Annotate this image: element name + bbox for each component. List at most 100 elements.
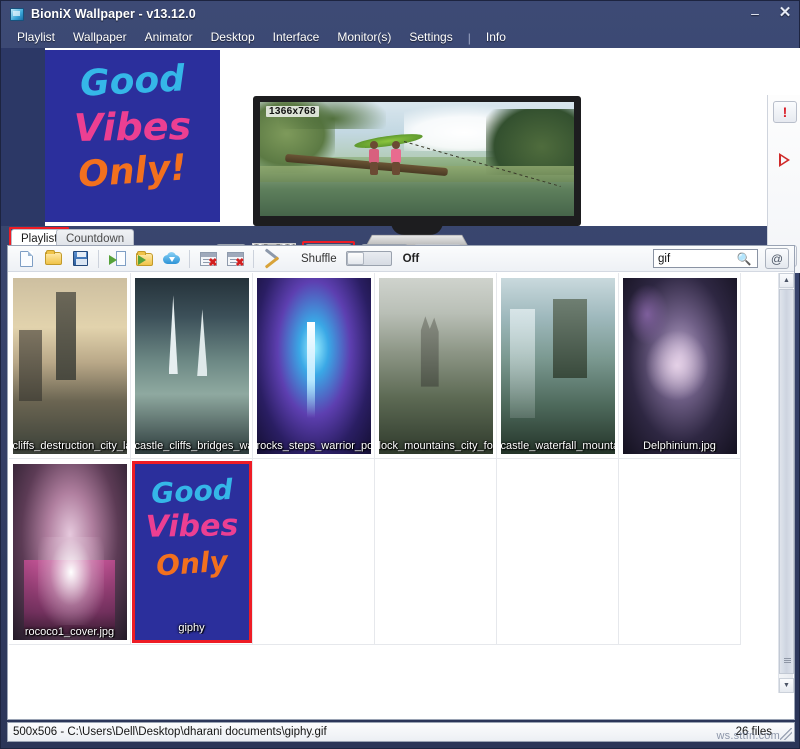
preview-panel: Good Vibes Only! 1366x768 !: [1, 48, 800, 273]
grid-cell[interactable]: lock_mountains_city_fog: [375, 273, 497, 459]
monitor-preview[interactable]: 1366x768: [253, 96, 581, 246]
floppy-save-icon: [72, 251, 88, 266]
scene-figure: [367, 140, 381, 175]
resize-grip[interactable]: [780, 728, 792, 740]
thumbnail-caption: rococo1_cover.jpg: [24, 625, 115, 638]
open-playlist-button[interactable]: [41, 248, 65, 270]
tools-button[interactable]: [260, 247, 284, 270]
resolution-badge: 1366x768: [266, 106, 319, 117]
search-icon[interactable]: 🔍: [734, 252, 754, 266]
menu-item-animator[interactable]: Animator: [136, 29, 202, 46]
thumbnail-item[interactable]: rococo1_cover.jpg: [12, 463, 127, 640]
status-bar: 500x506 - C:\Users\Dell\Desktop\dharani …: [7, 722, 795, 742]
menu-item-settings[interactable]: Settings: [400, 29, 461, 46]
wallpaper-text-line-1: Good: [79, 58, 186, 105]
thumbnail-item[interactable]: castle_cliffs_bridges_wat: [134, 277, 249, 454]
grid-cell-empty: [497, 459, 619, 645]
left-panel-strip: [1, 48, 45, 226]
download-cloud-button[interactable]: [159, 248, 183, 270]
grid-cell[interactable]: castle_waterfall_mountai: [497, 273, 619, 459]
play-triangle-inner-icon: [781, 156, 787, 164]
thumb-text-line-3: Only: [154, 544, 229, 582]
import-arrow-icon: [108, 250, 126, 267]
playlist-panel: ✖ ✖ Shuffle Off gif 🔍 @ cliffs_destructi…: [7, 245, 795, 720]
grid-cell[interactable]: Good Vibes Only giphy: [131, 459, 253, 645]
menu-item-interface[interactable]: Interface: [264, 29, 329, 46]
thumbnail-image: [134, 277, 249, 454]
menu-item-desktop[interactable]: Desktop: [202, 29, 264, 46]
grid-cell-empty: [375, 459, 497, 645]
folder-open-icon: [44, 250, 62, 265]
playlist-toolbar: ✖ ✖ Shuffle Off gif 🔍 @: [8, 246, 794, 272]
thumbnail-caption: castle_waterfall_mountai: [500, 439, 615, 452]
thumbnail-caption: lock_mountains_city_fog: [378, 439, 493, 452]
clear-list-button[interactable]: ✖: [223, 248, 247, 270]
current-wallpaper-preview[interactable]: Good Vibes Only!: [45, 50, 220, 222]
thumbnail-image: [500, 277, 615, 454]
window-title: BioniX Wallpaper - v13.12.0: [31, 7, 196, 21]
grid-cell-empty: [253, 459, 375, 645]
new-playlist-button[interactable]: [14, 248, 38, 270]
menu-bar: Playlist Wallpaper Animator Desktop Inte…: [1, 27, 800, 48]
thumbnail-image: [256, 277, 371, 454]
thumbnail-caption: rocks_steps_warrior_por: [256, 439, 371, 452]
alert-button[interactable]: !: [773, 101, 797, 123]
menu-item-wallpaper[interactable]: Wallpaper: [64, 29, 136, 46]
menu-item-monitors[interactable]: Monitor(s): [328, 29, 400, 46]
thumbnail-image: [12, 277, 127, 454]
thumbnail-caption: giphy: [178, 621, 205, 634]
scroll-down-button[interactable]: ▼: [779, 678, 794, 693]
shuffle-label: Shuffle: [301, 252, 337, 265]
cloud-download-icon: [162, 252, 180, 265]
menu-item-playlist[interactable]: Playlist: [8, 29, 64, 46]
scene-figure: [389, 140, 403, 175]
scroll-up-button[interactable]: ▲: [779, 273, 794, 288]
grid-cell[interactable]: rococo1_cover.jpg: [9, 459, 131, 645]
grid-cell-empty: [619, 459, 741, 645]
minimize-button[interactable]: –: [745, 3, 765, 23]
scrollbar-grip: [784, 658, 791, 663]
scrollbar-thumb[interactable]: [779, 289, 794, 674]
monitor-icon: [10, 7, 24, 21]
toolbar-divider: [253, 249, 254, 268]
thumbnail-item[interactable]: rocks_steps_warrior_por: [256, 277, 371, 454]
grid-scrollbar[interactable]: ▲ ▼: [778, 273, 794, 693]
status-path-text: 500x506 - C:\Users\Dell\Desktop\dharani …: [13, 726, 327, 738]
remove-item-button[interactable]: ✖: [196, 248, 220, 270]
save-playlist-button[interactable]: [68, 248, 92, 270]
title-bar: BioniX Wallpaper - v13.12.0 – ✕: [1, 1, 800, 27]
close-button[interactable]: ✕: [775, 3, 795, 23]
import-images-button[interactable]: [105, 248, 129, 270]
wallpaper-text-line-2: Vibes: [73, 103, 192, 151]
menu-item-info[interactable]: Info: [477, 29, 515, 46]
folder-arrow-icon: [135, 250, 153, 267]
thumbnail-item[interactable]: Delphinium.jpg: [622, 277, 737, 454]
at-button[interactable]: @: [765, 248, 789, 269]
tools-icon: [264, 247, 281, 269]
search-input[interactable]: [654, 250, 734, 267]
thumbnail-caption: castle_cliffs_bridges_wat: [134, 439, 249, 452]
monitor-screen: 1366x768: [260, 102, 574, 216]
add-folder-button[interactable]: [132, 248, 156, 270]
watermark-text: ws.sttfn.com: [716, 730, 780, 742]
thumbnail-image: Good Vibes Only: [134, 463, 249, 640]
grid-cell[interactable]: cliffs_destruction_city_la: [9, 273, 131, 459]
thumbnail-item[interactable]: cliffs_destruction_city_la: [12, 277, 127, 454]
thumbnail-item-selected[interactable]: Good Vibes Only giphy: [131, 460, 252, 643]
thumbnail-item[interactable]: castle_waterfall_mountai: [500, 277, 615, 454]
list-delete-all-icon: ✖: [226, 251, 245, 268]
tab-strip: Playlist Countdown: [1, 226, 800, 249]
thumbnail-caption: cliffs_destruction_city_la: [12, 439, 127, 452]
thumbnail-image: [622, 277, 737, 454]
monitor-bezel: 1366x768: [253, 96, 581, 226]
thumb-text-line-1: Good: [149, 472, 234, 510]
grid-cell[interactable]: castle_cliffs_bridges_wat: [131, 273, 253, 459]
exclamation-icon: !: [782, 104, 788, 120]
grid-cell[interactable]: rocks_steps_warrior_por: [253, 273, 375, 459]
application-window: BioniX Wallpaper - v13.12.0 – ✕ Playlist…: [0, 0, 800, 749]
shuffle-toggle[interactable]: [345, 251, 392, 266]
thumbnail-item[interactable]: lock_mountains_city_fog: [378, 277, 493, 454]
search-box[interactable]: 🔍: [653, 249, 758, 268]
toolbar-divider: [189, 249, 190, 268]
grid-cell[interactable]: Delphinium.jpg: [619, 273, 741, 459]
